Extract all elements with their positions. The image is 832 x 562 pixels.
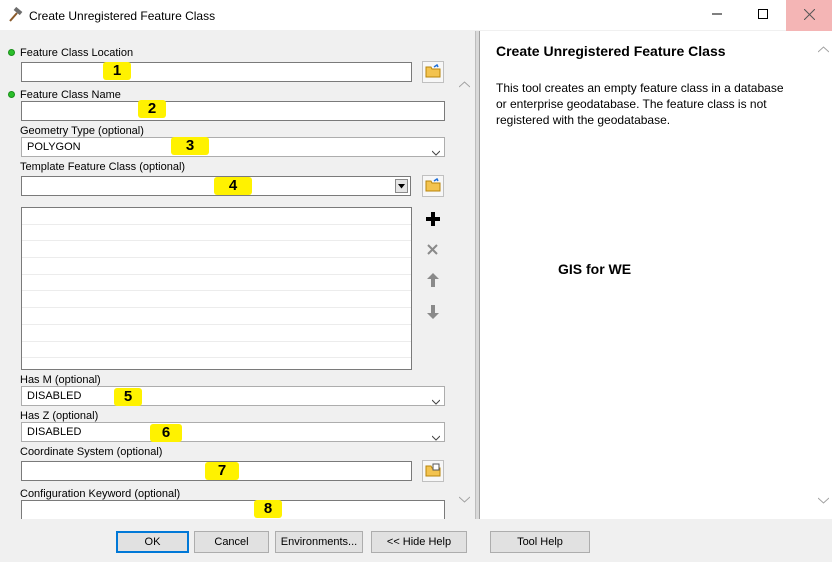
arrow-down-icon [426, 305, 439, 322]
remove-button[interactable] [422, 240, 443, 261]
help-scrollbar[interactable] [815, 39, 832, 515]
list-row [22, 225, 411, 242]
template-browse-button[interactable] [422, 175, 444, 197]
ok-button[interactable]: OK [116, 531, 189, 553]
has-m-value: DISABLED [27, 390, 82, 402]
marker-2: 2 [138, 100, 166, 118]
chevron-down-icon [398, 180, 405, 192]
cancel-button[interactable]: Cancel [194, 531, 269, 553]
chevron-down-icon[interactable] [817, 495, 830, 507]
open-folder-icon [425, 177, 441, 195]
help-title: Create Unregistered Feature Class [496, 43, 726, 59]
marker-3: 3 [171, 137, 209, 155]
template-label: Template Feature Class (optional) [20, 161, 186, 173]
coord-label: Coordinate System (optional) [20, 446, 163, 458]
watermark-text: GIS for WE [558, 261, 632, 277]
list-row [22, 308, 411, 325]
has-m-select[interactable]: DISABLED [21, 386, 445, 406]
close-icon [427, 243, 438, 258]
title-bar: Create Unregistered Feature Class [0, 0, 832, 31]
help-description: This tool creates an empty feature class… [496, 81, 784, 127]
name-label: Feature Class Name [20, 89, 121, 101]
hide-help-button[interactable]: << Hide Help [371, 531, 467, 553]
coord-properties-button[interactable] [422, 460, 444, 482]
tool-help-button[interactable]: Tool Help [490, 531, 590, 553]
parameter-panel: Feature Class Location 1 Feature Class N… [0, 31, 475, 520]
marker-1: 1 [103, 62, 131, 80]
list-row [22, 291, 411, 309]
list-row [22, 275, 411, 292]
marker-8: 8 [254, 500, 282, 518]
config-input[interactable] [21, 500, 445, 520]
maximize-icon [758, 9, 768, 22]
chevron-up-icon[interactable] [817, 44, 830, 56]
form-scrollbar[interactable] [456, 71, 473, 541]
template-dropdown-button[interactable] [395, 179, 408, 193]
button-bar: OK Cancel Environments... << Hide Help T… [0, 519, 832, 562]
location-input[interactable] [21, 62, 412, 82]
has-m-label: Has M (optional) [20, 374, 101, 386]
list-row [22, 325, 411, 342]
maximize-button[interactable] [740, 0, 786, 31]
chevron-down-icon [431, 393, 441, 405]
has-z-select[interactable]: DISABLED [21, 422, 445, 442]
marker-5: 5 [114, 388, 142, 406]
minimize-icon [712, 9, 722, 22]
chevron-down-icon[interactable] [458, 494, 471, 506]
config-label: Configuration Keyword (optional) [20, 488, 181, 500]
template-list[interactable] [21, 207, 412, 370]
add-button[interactable] [422, 210, 443, 231]
chevron-down-icon [431, 144, 441, 156]
location-label: Feature Class Location [20, 47, 134, 59]
geometry-select[interactable]: POLYGON [21, 137, 445, 157]
chevron-up-icon[interactable] [458, 79, 471, 91]
has-z-label: Has Z (optional) [20, 410, 99, 422]
chevron-down-icon [431, 429, 441, 441]
geometry-label: Geometry Type (optional) [20, 125, 144, 137]
hammer-icon [7, 6, 23, 23]
has-z-value: DISABLED [27, 426, 82, 438]
close-button[interactable] [786, 0, 832, 31]
required-dot-icon [8, 49, 15, 56]
list-row [22, 241, 411, 259]
arrow-up-icon [426, 273, 439, 290]
properties-icon [425, 463, 441, 480]
move-up-button[interactable] [422, 271, 443, 292]
marker-6: 6 [150, 424, 182, 442]
location-browse-button[interactable] [422, 61, 444, 83]
name-input[interactable] [21, 101, 445, 121]
marker-4: 4 [214, 177, 252, 195]
list-row [22, 208, 411, 225]
marker-7: 7 [205, 462, 239, 480]
required-dot-icon [8, 91, 15, 98]
open-folder-icon [425, 63, 441, 81]
minimize-button[interactable] [694, 0, 740, 31]
window-title: Create Unregistered Feature Class [29, 9, 216, 23]
geometry-value: POLYGON [27, 141, 81, 153]
list-row [22, 258, 411, 275]
list-row [22, 342, 411, 359]
close-icon [803, 8, 815, 23]
plus-icon [425, 212, 440, 229]
move-down-button[interactable] [422, 303, 443, 324]
help-panel: Create Unregistered Feature Class This t… [479, 31, 832, 519]
environments-button[interactable]: Environments... [275, 531, 363, 553]
